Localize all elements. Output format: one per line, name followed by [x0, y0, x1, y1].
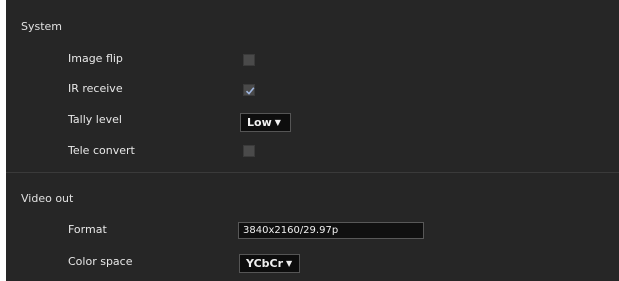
tele-convert-label: Tele convert: [68, 144, 135, 157]
image-flip-checkbox[interactable]: [243, 54, 255, 66]
check-icon: [245, 87, 255, 95]
section-divider: [6, 172, 619, 173]
system-section-title: System: [21, 20, 63, 33]
tally-level-value: Low: [247, 116, 272, 129]
color-space-value: YCbCr: [246, 257, 284, 270]
tele-convert-checkbox[interactable]: [243, 145, 255, 157]
ir-receive-checkbox[interactable]: [243, 84, 255, 96]
tally-level-select[interactable]: Low ▼: [240, 113, 291, 132]
format-label: Format: [68, 223, 107, 236]
tally-level-label: Tally level: [68, 113, 122, 126]
color-space-label: Color space: [68, 255, 133, 268]
color-space-select[interactable]: YCbCr ▼: [239, 254, 300, 273]
dropdown-arrow-icon: ▼: [286, 259, 293, 268]
image-flip-label: Image flip: [68, 52, 123, 65]
settings-panel: System Image flip IR receive Tally level…: [6, 0, 619, 281]
ir-receive-label: IR receive: [68, 82, 123, 95]
dropdown-arrow-icon: ▼: [274, 118, 281, 127]
format-field[interactable]: 3840x2160/29.97p: [238, 222, 424, 239]
video-out-section-title: Video out: [21, 192, 74, 205]
